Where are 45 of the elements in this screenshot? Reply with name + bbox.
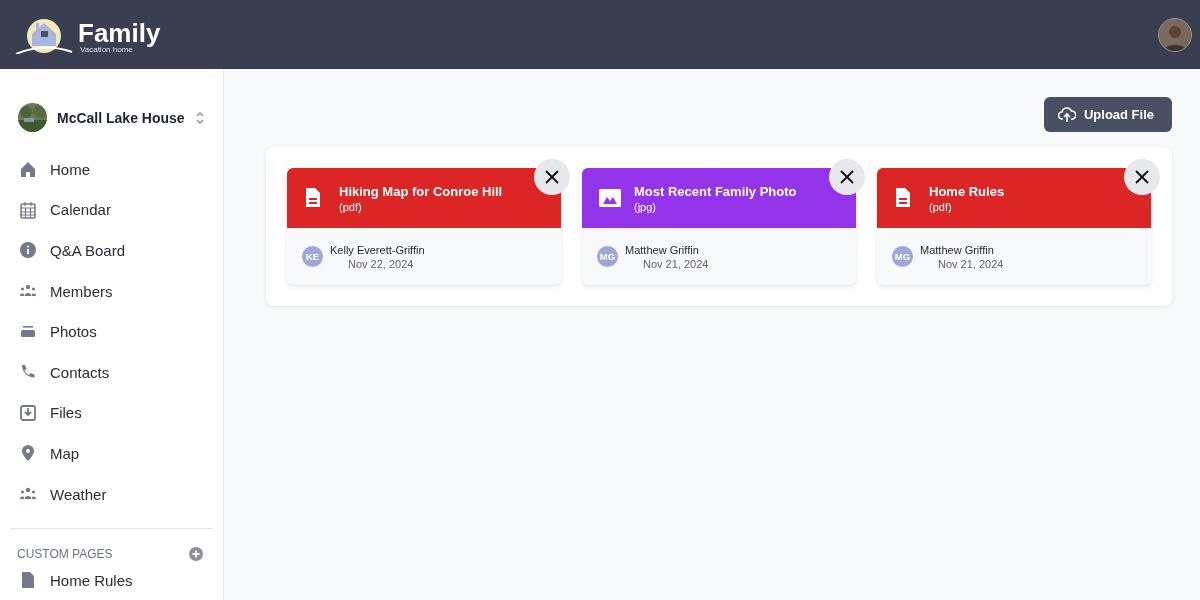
- sidebar-label: Q&A Board: [50, 242, 126, 259]
- file-type: (jpg): [634, 200, 657, 213]
- author-name: Matthew Griffin: [625, 243, 700, 256]
- author-avatar: MG: [892, 246, 913, 267]
- sidebar-label: Map: [50, 444, 80, 462]
- chevron-up-down-icon[interactable]: [195, 110, 205, 125]
- sidebar-label: Members: [50, 282, 113, 300]
- add-icon[interactable]: [189, 547, 203, 562]
- close-button[interactable]: [829, 159, 865, 195]
- image-icon: [598, 187, 622, 209]
- sidebar-label: Home Rules: [50, 571, 133, 589]
- sidebar-label: Calendar: [50, 201, 111, 219]
- author-name: Kelly Everett-Griffin: [330, 243, 425, 256]
- author-avatar: MG: [597, 246, 618, 267]
- property-name[interactable]: McCall Lake House: [57, 109, 185, 126]
- close-button[interactable]: [1124, 159, 1160, 195]
- user-avatar[interactable]: [1158, 17, 1192, 52]
- calendar-icon: [18, 199, 38, 220]
- upload-date: Nov 21, 2024: [642, 257, 709, 270]
- author-avatar: KE: [302, 246, 323, 267]
- upload-file-button[interactable]: Upload File: [1043, 97, 1172, 132]
- upload-date: Nov 22, 2024: [347, 257, 415, 270]
- sidebar-label: Weather: [50, 485, 107, 503]
- info-icon: [18, 240, 38, 261]
- sidebar-label: Photos: [50, 323, 97, 341]
- close-icon: [840, 170, 854, 184]
- logo-title: Family: [78, 19, 161, 46]
- sidebar-label: Home: [50, 160, 90, 178]
- file-type: (pdf): [929, 200, 953, 213]
- close-button[interactable]: [534, 159, 570, 195]
- author-name: Matthew Griffin: [920, 243, 995, 256]
- home-icon: [18, 159, 38, 180]
- file-title: Most Recent Family Photo: [634, 183, 797, 199]
- download-icon: [18, 402, 38, 423]
- close-icon: [1135, 170, 1149, 184]
- logo-subtitle: Vacation home: [80, 45, 133, 54]
- sidebar-label: Files: [50, 404, 82, 422]
- close-icon: [545, 170, 559, 184]
- file-title: Home Rules: [929, 183, 1005, 199]
- upload-date: Nov 21, 2024: [937, 257, 1004, 270]
- file-type: (pdf): [339, 200, 363, 213]
- section-title: CUSTOM PAGES: [17, 547, 113, 562]
- file-title: Hiking Map for Conroe Hill: [339, 183, 503, 199]
- cloud-upload-icon: [1057, 106, 1076, 123]
- sidebar-label: Contacts: [50, 363, 110, 381]
